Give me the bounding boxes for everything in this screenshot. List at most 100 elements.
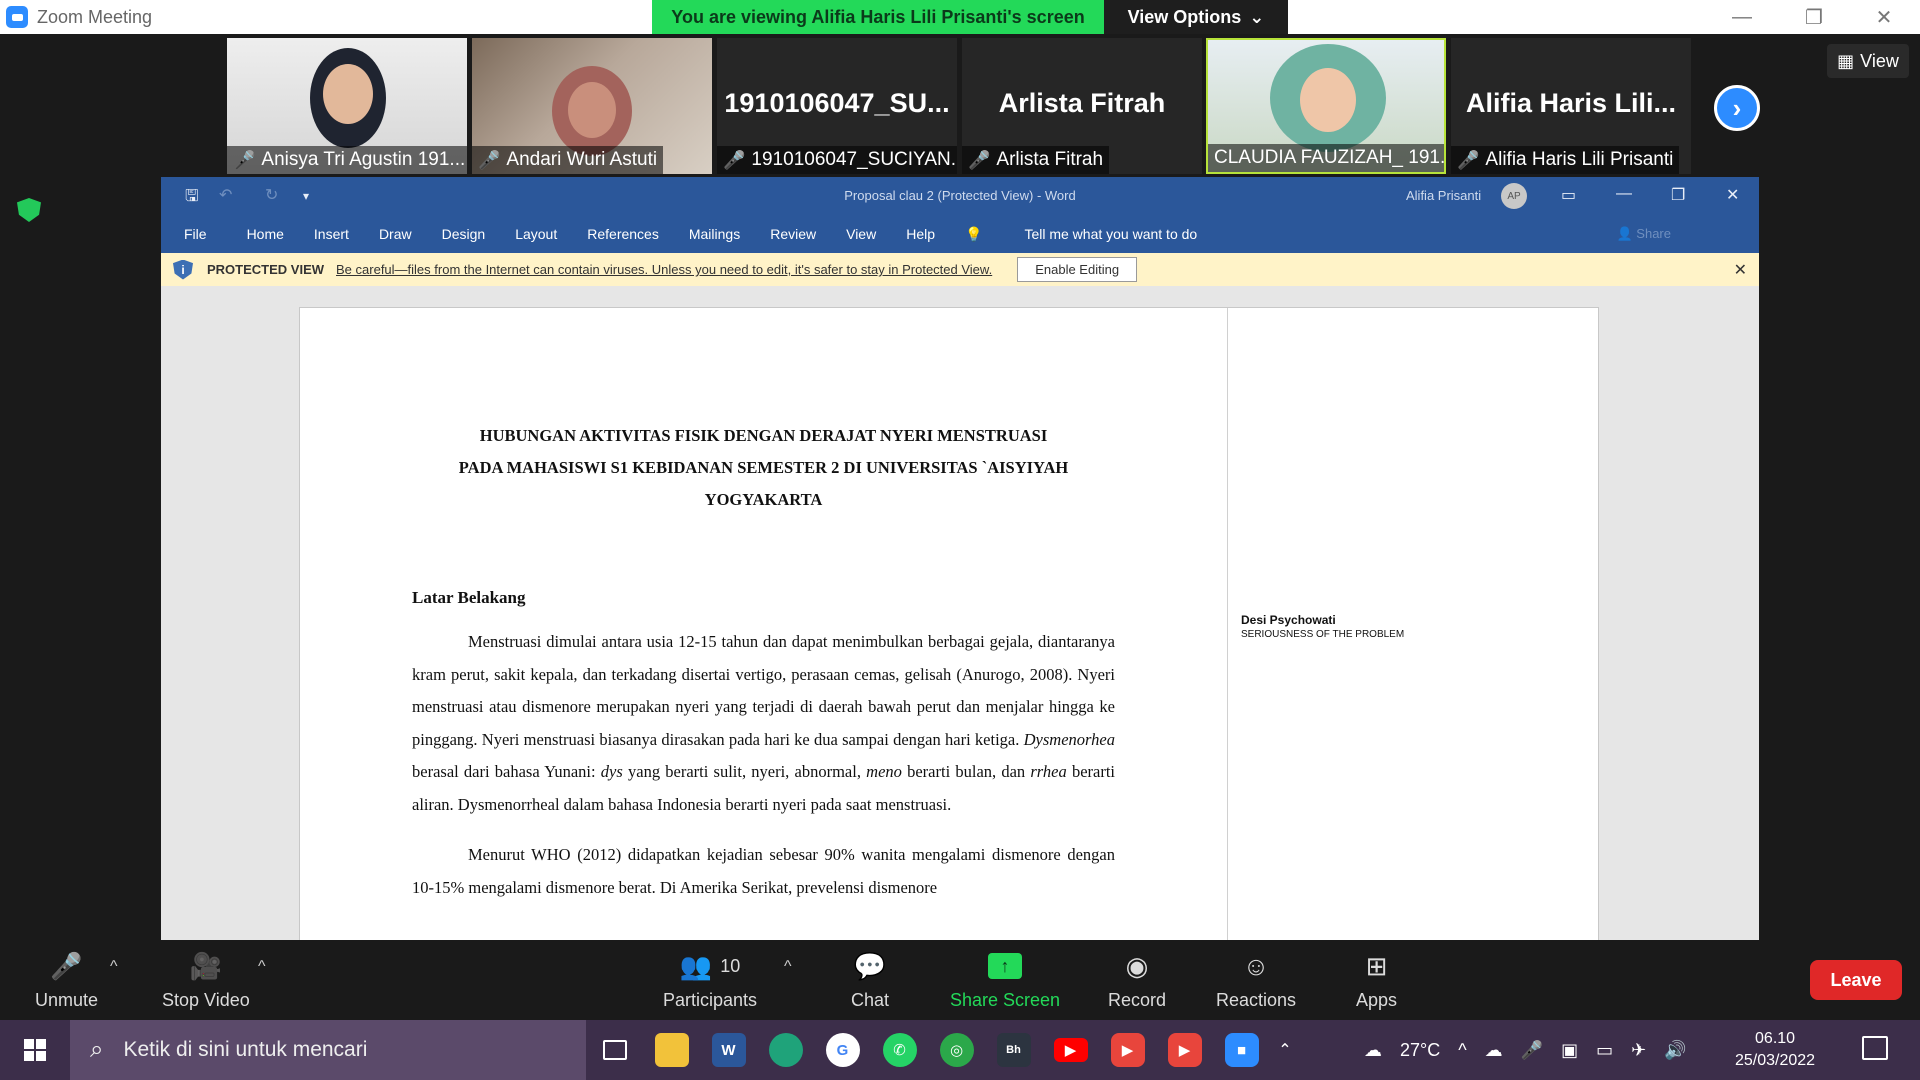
system-tray: ☁ 27°C ^ ☁ 🎤 ▣ ▭ ✈ 🔊 bbox=[1364, 1020, 1687, 1080]
document-body: HUBUNGAN AKTIVITAS FISIK DENGAN DERAJAT … bbox=[412, 420, 1115, 904]
tray-chevron-icon[interactable]: ^ bbox=[1458, 1040, 1466, 1061]
document-page[interactable]: HUBUNGAN AKTIVITAS FISIK DENGAN DERAJAT … bbox=[299, 307, 1599, 940]
participants-button[interactable]: 👥 10 Participants bbox=[663, 948, 757, 1011]
view-button[interactable]: ▦ View bbox=[1827, 44, 1909, 78]
ribbon-tabs: File Home Insert Draw Design Layout Refe… bbox=[161, 215, 1759, 253]
word-titlebar: 🖫 ↶ ↻ ▾ Proposal clau 2 (Protected View)… bbox=[161, 177, 1759, 215]
chat-bubble-icon: 💬 bbox=[853, 950, 887, 981]
tab-mailings[interactable]: Mailings bbox=[689, 226, 740, 242]
video-tile[interactable]: 🎤 Andari Wuri Astuti bbox=[472, 38, 712, 174]
file-explorer-icon[interactable] bbox=[643, 1020, 700, 1080]
task-view-icon[interactable] bbox=[586, 1020, 643, 1080]
youtube-icon[interactable]: ▶ bbox=[1042, 1020, 1099, 1080]
video-tile-active-speaker[interactable]: CLAUDIA FAUZIZAH_ 191... bbox=[1206, 38, 1446, 174]
tab-file[interactable]: File bbox=[184, 226, 207, 242]
battery-icon[interactable]: ▭ bbox=[1596, 1040, 1613, 1061]
participants-options-chevron-icon[interactable]: ^ bbox=[784, 958, 792, 976]
audio-options-chevron-icon[interactable]: ^ bbox=[110, 958, 118, 976]
airplane-mode-icon[interactable]: ✈ bbox=[1631, 1040, 1646, 1061]
zoom-window-title: Zoom Meeting bbox=[37, 6, 153, 27]
reactions-button[interactable]: ☺ Reactions bbox=[1216, 948, 1296, 1011]
ribbon-display-options-icon[interactable]: ▭ bbox=[1561, 185, 1576, 205]
edge-browser-icon[interactable] bbox=[757, 1020, 814, 1080]
overflow-chevron-icon[interactable]: ⌃ bbox=[1270, 1020, 1300, 1080]
video-player-icon[interactable]: ▶ bbox=[1099, 1020, 1156, 1080]
taskbar-search-box[interactable]: ⌕ Ketik di sini untuk mencari bbox=[70, 1020, 586, 1080]
comment-balloon[interactable]: Desi Psychowati SERIOUSNESS OF THE PROBL… bbox=[1241, 613, 1404, 640]
tab-draw[interactable]: Draw bbox=[379, 226, 412, 242]
tab-view[interactable]: View bbox=[846, 226, 876, 242]
green-app-icon[interactable]: ◎ bbox=[928, 1020, 985, 1080]
tab-layout[interactable]: Layout bbox=[515, 226, 557, 242]
share-screen-button[interactable]: ↑ Share Screen bbox=[950, 948, 1060, 1011]
protected-view-message-link[interactable]: Be careful—files from the Internet can c… bbox=[336, 262, 992, 277]
mic-muted-icon: 🎤 bbox=[968, 149, 991, 170]
tab-review[interactable]: Review bbox=[770, 226, 816, 242]
document-heading-title: HUBUNGAN AKTIVITAS FISIK DENGAN DERAJAT … bbox=[458, 426, 1069, 509]
participant-label: 🎤 Anisya Tri Agustin 191... bbox=[227, 146, 467, 174]
dark-app-icon[interactable]: Bh bbox=[985, 1020, 1042, 1080]
paragraph: Menstruasi dimulai antara usia 12-15 tah… bbox=[412, 632, 1116, 814]
video-tile[interactable]: 1910106047_SU... 🎤 1910106047_SUCIYAN... bbox=[717, 38, 957, 174]
close-button[interactable]: ✕ bbox=[1848, 0, 1920, 34]
stop-video-button[interactable]: 🎥 Stop Video bbox=[162, 948, 250, 1011]
clock[interactable]: 06.10 25/03/2022 bbox=[1735, 1028, 1815, 1072]
restore-button[interactable]: ❐ bbox=[1778, 0, 1850, 34]
zoom-app-icon[interactable]: ■ bbox=[1213, 1020, 1270, 1080]
leave-button[interactable]: Leave bbox=[1810, 960, 1902, 1000]
video-tile[interactable]: Arlista Fitrah 🎤 Arlista Fitrah bbox=[962, 38, 1202, 174]
record-button[interactable]: ◉ Record bbox=[1108, 948, 1166, 1011]
restore-icon[interactable]: ❐ bbox=[1671, 185, 1685, 205]
video-options-chevron-icon[interactable]: ^ bbox=[258, 958, 266, 976]
video-tile[interactable]: Alifia Haris Lili... 🎤 Alifia Haris Lili … bbox=[1451, 38, 1691, 174]
chat-button[interactable]: 💬 Chat bbox=[851, 948, 889, 1011]
chrome-icon[interactable]: G bbox=[814, 1020, 871, 1080]
next-page-arrow-icon[interactable]: › bbox=[1714, 85, 1760, 131]
participant-label: 🎤 Alifia Haris Lili Prisanti bbox=[1451, 146, 1680, 174]
minimize-button[interactable]: — bbox=[1706, 0, 1778, 34]
tab-home[interactable]: Home bbox=[247, 226, 284, 242]
clock-date: 25/03/2022 bbox=[1735, 1052, 1816, 1069]
apps-button[interactable]: ⊞ Apps bbox=[1356, 948, 1397, 1011]
onedrive-icon[interactable]: ☁ bbox=[1485, 1040, 1503, 1061]
apps-grid-icon: ⊞ bbox=[1365, 950, 1388, 981]
tab-help[interactable]: Help bbox=[906, 226, 935, 242]
comment-pane-divider bbox=[1227, 308, 1228, 940]
tell-me-search[interactable]: 💡 Tell me what you want to do bbox=[965, 226, 1227, 243]
tell-me-label: Tell me what you want to do bbox=[1024, 226, 1198, 242]
volume-icon[interactable]: 🔊 bbox=[1664, 1040, 1686, 1061]
video-editor-icon[interactable]: ▶ bbox=[1156, 1020, 1213, 1080]
tab-references[interactable]: References bbox=[587, 226, 659, 242]
minimize-icon[interactable]: — bbox=[1616, 185, 1632, 203]
tab-insert[interactable]: Insert bbox=[314, 226, 349, 242]
participant-name-large: 1910106047_SU... bbox=[724, 88, 950, 118]
share-button[interactable]: 👤 Share bbox=[1616, 226, 1701, 242]
weather-icon[interactable]: ☁ bbox=[1364, 1040, 1382, 1061]
participant-name-large: Arlista Fitrah bbox=[998, 88, 1166, 118]
word-app-icon[interactable]: W bbox=[700, 1020, 757, 1080]
view-button-label: View bbox=[1860, 50, 1899, 71]
close-icon[interactable]: ✕ bbox=[1734, 260, 1747, 280]
tab-design[interactable]: Design bbox=[442, 226, 486, 242]
microphone-icon[interactable]: 🎤 bbox=[1521, 1040, 1543, 1061]
view-options-button[interactable]: View Options ⌄ bbox=[1104, 0, 1288, 34]
avatar[interactable]: AP bbox=[1501, 183, 1527, 209]
close-icon[interactable]: ✕ bbox=[1726, 185, 1739, 205]
search-icon: ⌕ bbox=[90, 1036, 104, 1063]
encryption-shield-icon[interactable] bbox=[17, 198, 41, 222]
whatsapp-icon[interactable]: ✆ bbox=[871, 1020, 928, 1080]
video-tile[interactable]: 🎤 Anisya Tri Agustin 191... bbox=[227, 38, 467, 174]
network-icon[interactable]: ▣ bbox=[1561, 1040, 1578, 1061]
start-button[interactable] bbox=[0, 1020, 70, 1080]
meeting-controls-bar: 🎤 Unmute ^ 🎥 Stop Video ^ 👥 10 Participan… bbox=[0, 940, 1920, 1020]
participants-count: 10 bbox=[720, 955, 741, 976]
user-name[interactable]: Alifia Prisanti bbox=[1406, 188, 1481, 203]
temperature[interactable]: 27°C bbox=[1400, 1040, 1440, 1061]
chevron-down-icon: ⌄ bbox=[1249, 6, 1265, 27]
unmute-button[interactable]: 🎤 Unmute bbox=[35, 948, 98, 1011]
windows-taskbar: ⌕ Ketik di sini untuk mencari W G ✆ ◎ Bh… bbox=[0, 1020, 1920, 1080]
notification-center-icon[interactable] bbox=[1862, 1036, 1888, 1060]
enable-editing-button[interactable]: Enable Editing bbox=[1017, 257, 1138, 282]
comment-author: Desi Psychowati bbox=[1241, 613, 1336, 627]
view-options-label: View Options bbox=[1127, 6, 1242, 27]
